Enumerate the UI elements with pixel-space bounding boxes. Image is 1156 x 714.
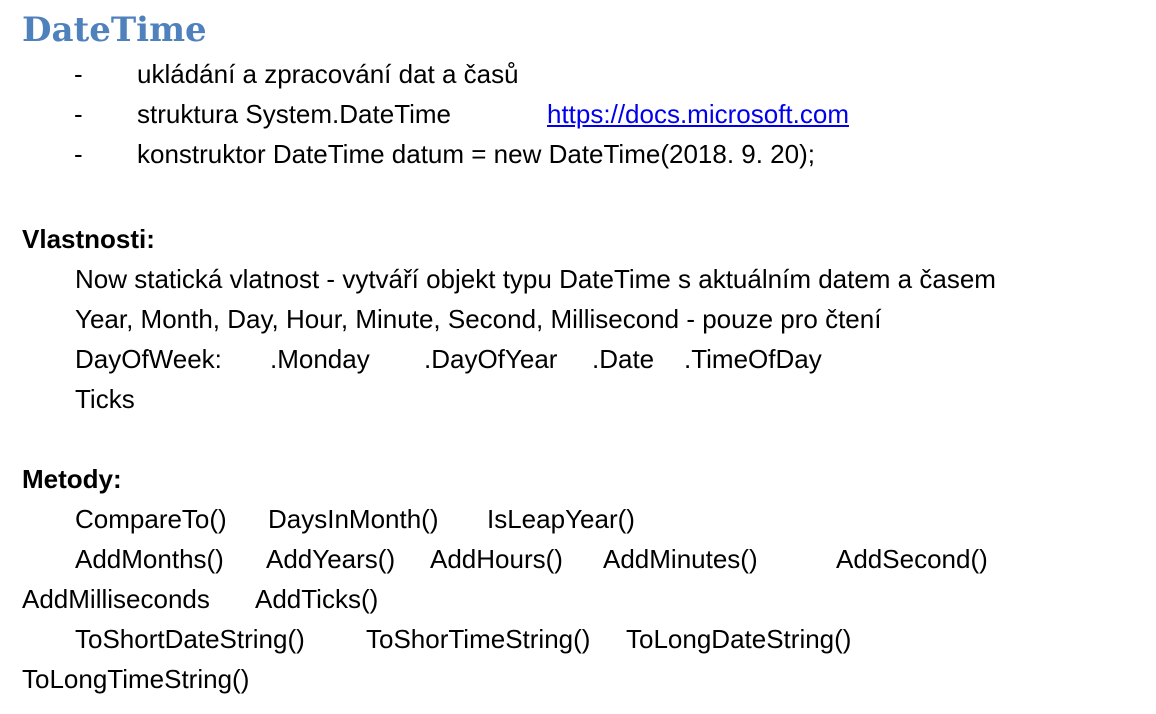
properties-heading: Vlastnosti: — [22, 224, 155, 254]
bullet-item: - konstruktor DateTime datum = new DateT… — [0, 134, 1156, 174]
bullet-text: ukládání a zpracování dat a časů — [137, 59, 519, 89]
method-item: AddSecond() — [836, 544, 988, 574]
property-item: .TimeOfDay — [684, 344, 822, 374]
method-item: AddMonths() — [75, 544, 224, 574]
method-item: CompareTo() — [75, 504, 227, 534]
dayofweek-label: DayOfWeek: — [75, 344, 222, 374]
method-item: ToShortDateString() — [75, 624, 305, 654]
method-item: AddMilliseconds — [22, 584, 210, 614]
dayofweek-line: DayOfWeek: .Monday .DayOfYear .Date .Tim… — [0, 339, 1156, 379]
property-line: Year, Month, Day, Hour, Minute, Second, … — [75, 304, 882, 334]
property-item: .Monday — [270, 344, 370, 374]
bullet-item: - ukládání a zpracování dat a časů — [0, 54, 1156, 94]
property-item: .Date — [592, 344, 655, 374]
bullet-item: - struktura System.DateTime https://docs… — [0, 94, 1156, 134]
bullet-dash: - — [74, 99, 83, 129]
bullet-dash: - — [74, 59, 83, 89]
methods-heading: Metody: — [22, 464, 122, 494]
property-item: .DayOfYear — [424, 344, 558, 374]
methods-row: AddMilliseconds AddTicks() — [0, 579, 1156, 619]
docs-link[interactable]: https://docs.microsoft.com — [547, 94, 849, 134]
method-item: ToShorTimeString() — [366, 624, 591, 654]
method-item: IsLeapYear() — [487, 504, 635, 534]
bullet-dash: - — [74, 139, 83, 169]
bullet-text: struktura System.DateTime — [137, 99, 452, 129]
method-item: ToLongTimeString() — [22, 664, 250, 694]
method-item: DaysInMonth() — [268, 504, 439, 534]
methods-row: ToShortDateString() ToShorTimeString() T… — [0, 619, 1156, 659]
property-line: Ticks — [75, 384, 135, 414]
method-item: AddHours() — [430, 544, 563, 574]
method-item: AddMinutes() — [603, 544, 758, 574]
methods-row: CompareTo() DaysInMonth() IsLeapYear() — [0, 499, 1156, 539]
bullet-text: konstruktor DateTime datum = new DateTim… — [137, 139, 815, 169]
method-item: AddYears() — [266, 544, 396, 574]
page-title: DateTime — [22, 10, 207, 50]
methods-row: AddMonths() AddYears() AddHours() AddMin… — [0, 539, 1156, 579]
document-page: DateTime - ukládání a zpracování dat a č… — [0, 0, 1156, 714]
property-line: Now statická vlatnost - vytváří objekt t… — [75, 264, 996, 294]
method-item: AddTicks() — [255, 584, 379, 614]
method-item: ToLongDateString() — [626, 624, 852, 654]
